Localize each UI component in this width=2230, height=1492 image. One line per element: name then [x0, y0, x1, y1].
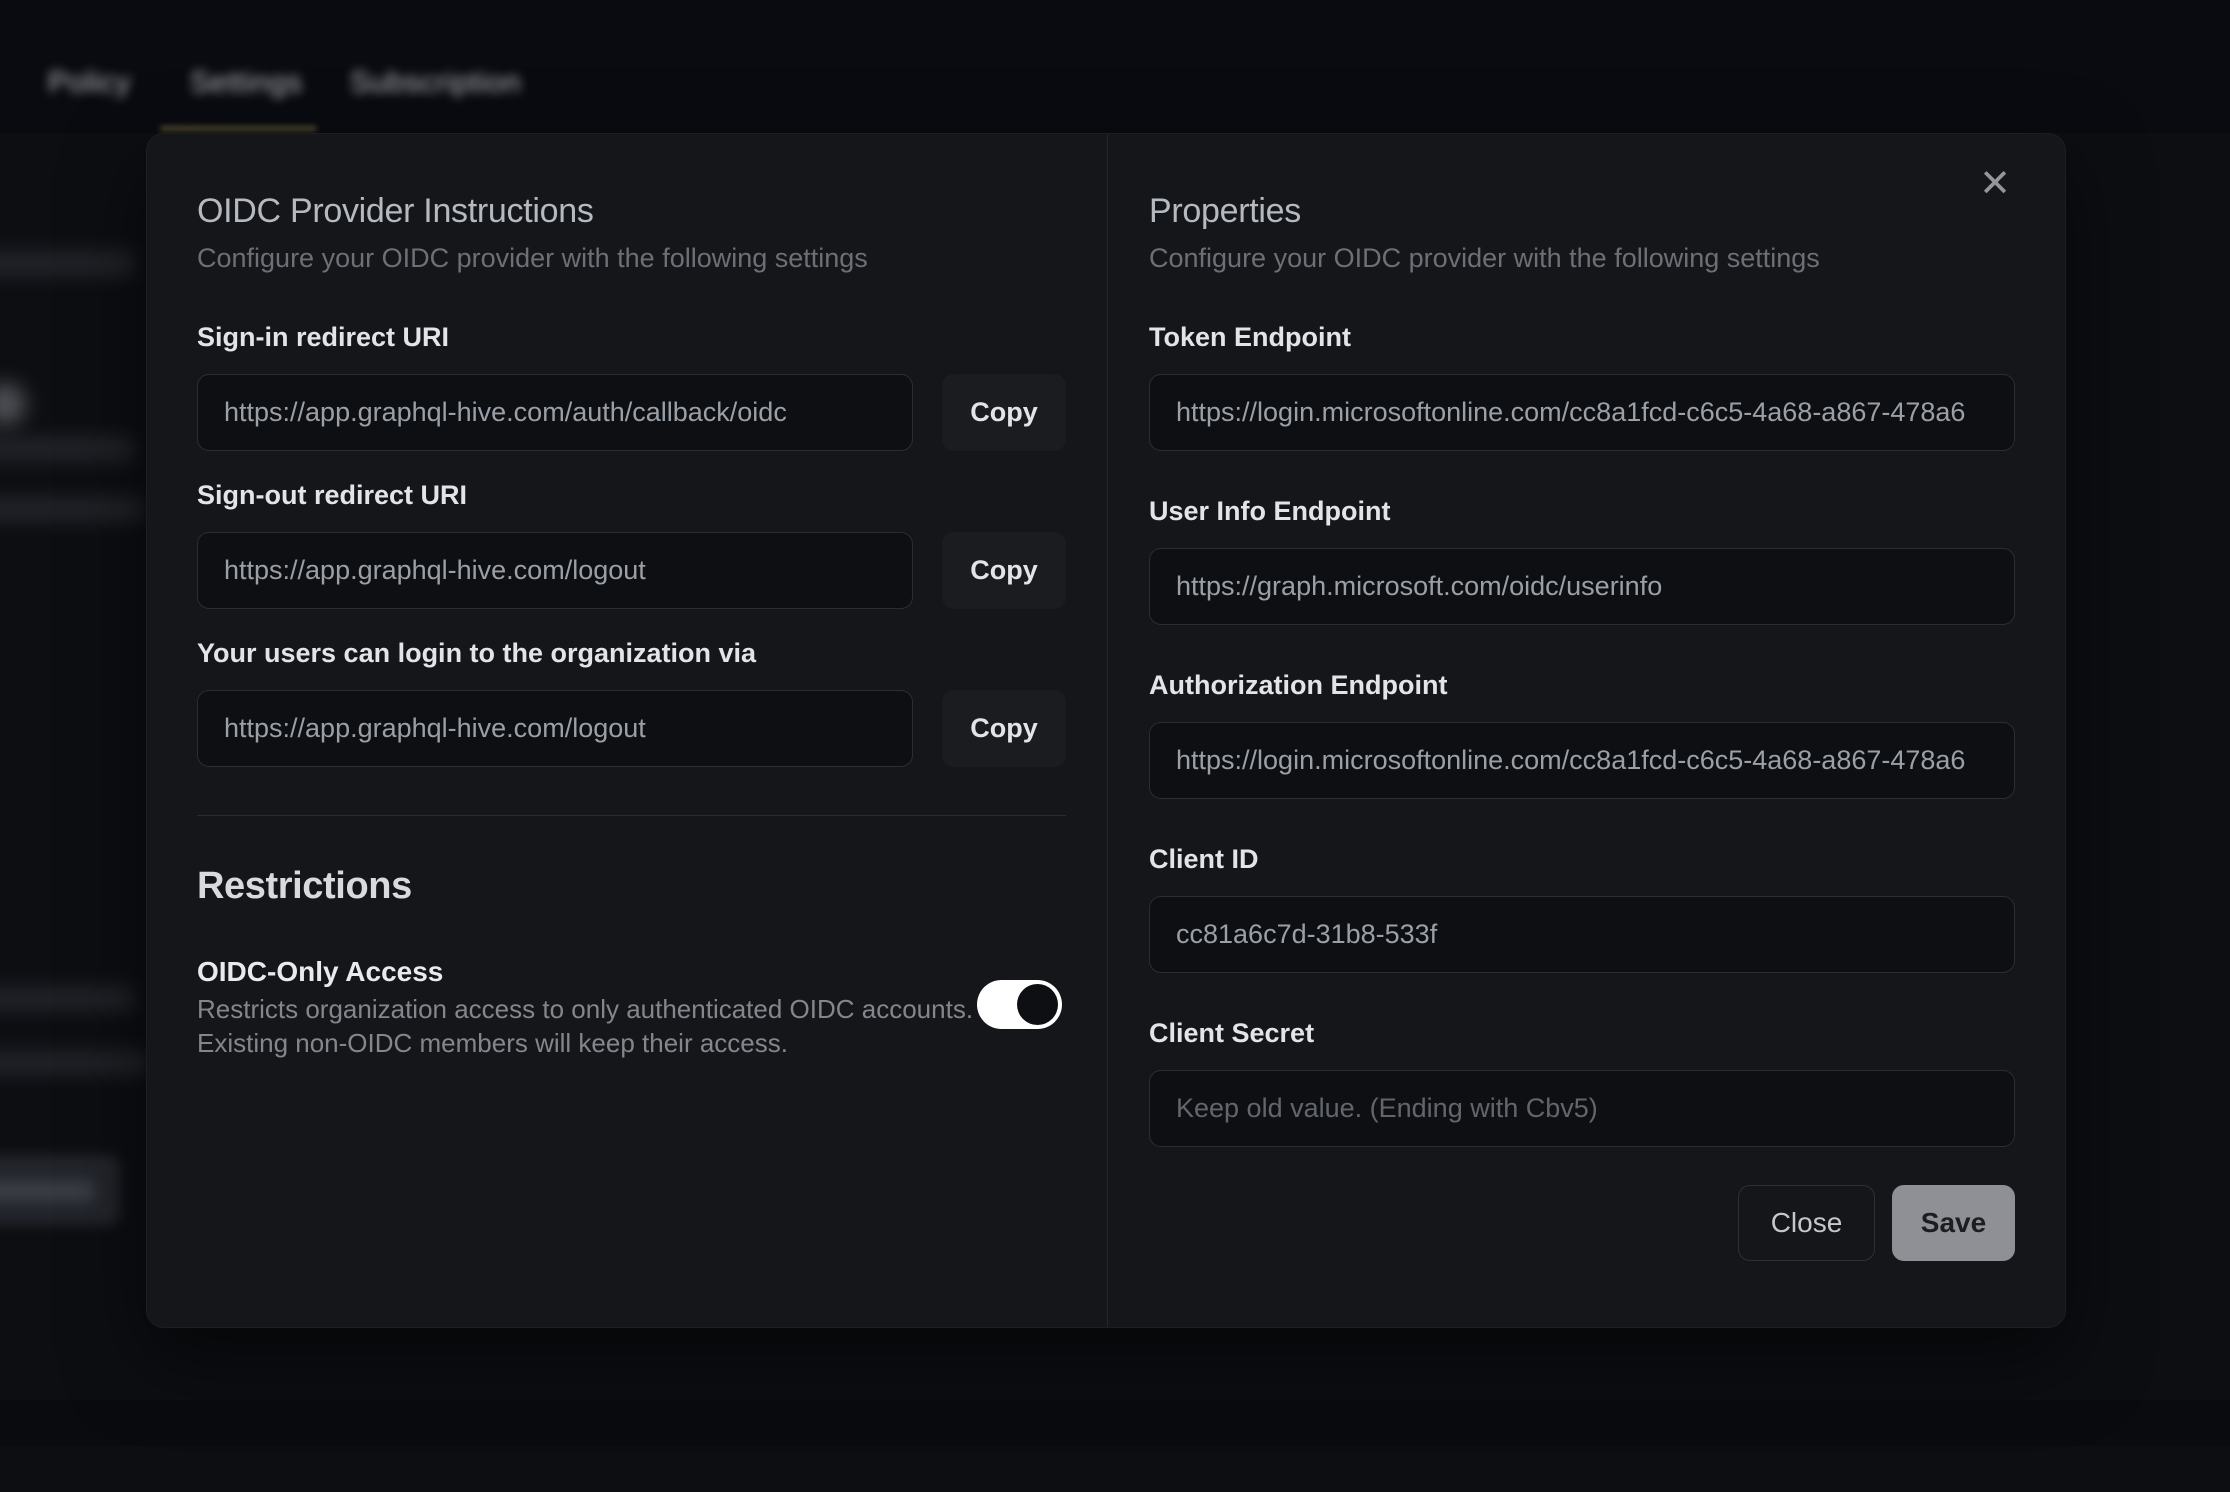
blurred-background-text: [0, 250, 135, 277]
oidc-only-access-description-line2: Existing non-OIDC members will keep thei…: [197, 1026, 973, 1060]
instructions-title: OIDC Provider Instructions: [197, 189, 1066, 233]
properties-column: Properties Configure your OIDC provider …: [1108, 134, 2015, 1327]
sign-out-redirect-uri-input[interactable]: [197, 532, 913, 609]
properties-title: Properties: [1149, 189, 2015, 233]
authorization-endpoint-row: [1149, 722, 2015, 799]
tab-policy[interactable]: Policy: [48, 66, 131, 100]
close-button[interactable]: Close: [1738, 1185, 1875, 1261]
sign-out-redirect-uri-label: Sign-out redirect URI: [197, 481, 1066, 509]
instructions-subtitle: Configure your OIDC provider with the fo…: [197, 240, 1066, 276]
authorization-endpoint-input[interactable]: [1149, 722, 2015, 799]
instructions-column: OIDC Provider Instructions Configure you…: [197, 134, 1108, 1327]
page-bottom-band: [0, 1400, 2230, 1446]
oidc-only-access-label: OIDC-Only Access: [197, 954, 973, 990]
oidc-settings-dialog: ✕ OIDC Provider Instructions Configure y…: [146, 133, 2066, 1328]
close-icon[interactable]: ✕: [1967, 156, 2023, 212]
copy-login-via-button[interactable]: Copy: [942, 690, 1066, 767]
restrictions-title: Restrictions: [197, 862, 1066, 910]
oidc-only-access-row: OIDC-Only Access Restricts organization …: [197, 954, 1066, 1060]
token-endpoint-label: Token Endpoint: [1149, 323, 2015, 351]
sign-in-redirect-uri-label: Sign-in redirect URI: [197, 323, 1066, 351]
section-divider: [197, 815, 1066, 816]
blurred-background-text: [0, 436, 135, 462]
client-secret-row: [1149, 1070, 2015, 1147]
login-via-input[interactable]: [197, 690, 913, 767]
oidc-only-access-description-line1: Restricts organization access to only au…: [197, 992, 973, 1026]
blurred-background-button-label: [0, 1180, 95, 1202]
token-endpoint-input[interactable]: [1149, 374, 2015, 451]
client-secret-label: Client Secret: [1149, 1019, 2015, 1047]
client-id-row: [1149, 896, 2015, 973]
tab-subscription[interactable]: Subscription: [350, 66, 521, 100]
blurred-background-text: [0, 986, 135, 1011]
user-info-endpoint-row: [1149, 548, 2015, 625]
login-via-label: Your users can login to the organization…: [197, 639, 1066, 667]
token-endpoint-row: [1149, 374, 2015, 451]
sign-in-redirect-uri-input[interactable]: [197, 374, 913, 451]
sign-out-redirect-uri-row: Copy: [197, 532, 1066, 609]
blurred-background-text: [0, 1050, 150, 1075]
blurred-background-dot: [0, 383, 26, 425]
tab-settings[interactable]: Settings: [190, 66, 302, 100]
copy-sign-in-uri-button[interactable]: Copy: [942, 374, 1066, 451]
client-secret-input[interactable]: [1149, 1070, 2015, 1147]
dialog-actions: Close Save: [1149, 1185, 2015, 1261]
login-via-row: Copy: [197, 690, 1066, 767]
authorization-endpoint-label: Authorization Endpoint: [1149, 671, 2015, 699]
properties-subtitle: Configure your OIDC provider with the fo…: [1149, 240, 2015, 276]
client-id-input[interactable]: [1149, 896, 2015, 973]
active-tab-underline: [160, 126, 317, 131]
oidc-only-access-toggle[interactable]: [977, 980, 1062, 1029]
save-button[interactable]: Save: [1892, 1185, 2015, 1261]
copy-sign-out-uri-button[interactable]: Copy: [942, 532, 1066, 609]
background-tab-bar: Policy Settings Subscription: [0, 0, 2230, 133]
blurred-background-text: [0, 496, 145, 522]
user-info-endpoint-label: User Info Endpoint: [1149, 497, 2015, 525]
user-info-endpoint-input[interactable]: [1149, 548, 2015, 625]
client-id-label: Client ID: [1149, 845, 2015, 873]
toggle-knob: [1017, 984, 1058, 1025]
sign-in-redirect-uri-row: Copy: [197, 374, 1066, 451]
